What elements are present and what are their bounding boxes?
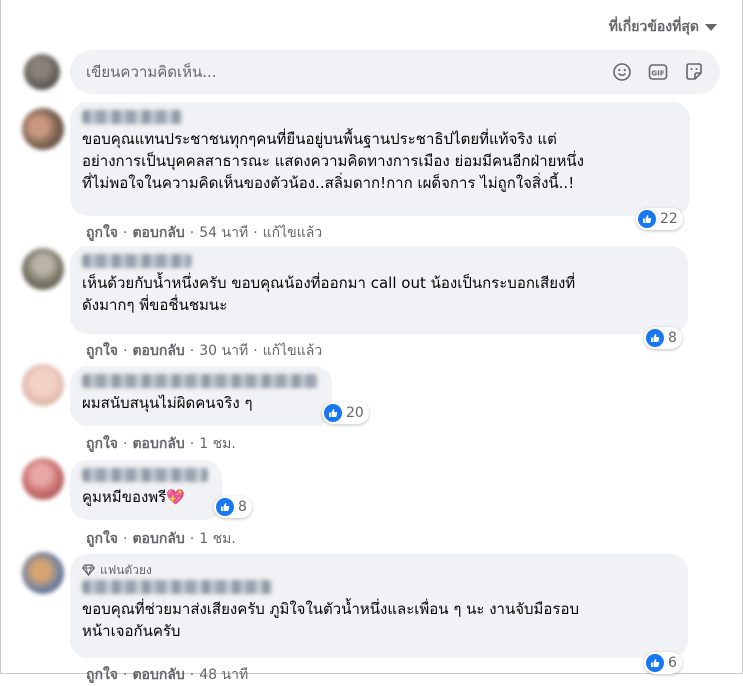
gif-icon[interactable]: GIF [648, 62, 668, 82]
comment-time[interactable]: 1 ชม. [199, 433, 236, 455]
comment-time[interactable]: 30 นาที [199, 340, 248, 362]
commenter-avatar[interactable] [22, 248, 64, 290]
reply-action[interactable]: ตอบกลับ [132, 340, 184, 362]
like-count: 8 [238, 499, 247, 515]
smile-icon[interactable] [612, 62, 632, 82]
like-icon [646, 329, 664, 347]
comment-text: คูมหมีของพรี💖 [82, 488, 185, 506]
reaction-count[interactable]: 6 [644, 652, 682, 674]
reply-action[interactable]: ตอบกลับ [132, 528, 184, 550]
edited-label: แก้ไขแล้ว [262, 343, 323, 359]
comment-bubble: แฟนตัวยง ขอบคุณที่ช่วยมาส่งเสียงครับ ภูม… [70, 554, 688, 658]
reaction-count[interactable]: 22 [636, 208, 683, 230]
like-action[interactable]: ถูกใจ [86, 528, 118, 550]
like-count: 22 [660, 211, 678, 227]
comment-time[interactable]: 54 นาที [199, 222, 248, 244]
sticker-icon[interactable] [684, 62, 704, 82]
commenter-name-blurred[interactable] [82, 110, 182, 124]
separator: · [123, 667, 128, 683]
comment-text: ขอบคุณแทนประชาชนทุกๆคนที่ยืนอยู่บนพื้นฐา… [82, 130, 584, 192]
commenter-name-blurred[interactable] [82, 580, 272, 594]
comment-actions: ถูกใจ · ตอบกลับ · 1 ชม. [86, 528, 236, 550]
commenter-avatar[interactable] [22, 108, 64, 150]
separator: · [253, 225, 258, 241]
current-user-avatar[interactable] [24, 54, 60, 90]
comment-bubble: คูมหมีของพรี💖 [70, 460, 222, 520]
separator: · [189, 531, 195, 547]
commenter-name-blurred[interactable] [82, 374, 318, 388]
top-fan-badge: แฟนตัวยง [82, 562, 676, 578]
comment-actions: ถูกใจ · ตอบกลับ · 54 นาที · แก้ไขแล้ว [86, 222, 322, 244]
comment-input[interactable] [70, 50, 622, 94]
reply-action[interactable]: ตอบกลับ [132, 433, 184, 455]
commenter-name-blurred[interactable] [82, 254, 192, 268]
like-count: 20 [346, 405, 364, 421]
separator: · [189, 343, 195, 359]
commenter-name-blurred[interactable] [82, 468, 208, 482]
commenter-avatar[interactable] [22, 364, 64, 406]
reply-action[interactable]: ตอบกลับ [132, 664, 184, 686]
like-count: 6 [668, 655, 677, 671]
reaction-count[interactable]: 8 [214, 496, 252, 518]
reaction-count[interactable]: 8 [644, 327, 682, 349]
comment-text: ผมสนับสนุนไม่ผิดคนจริง ๆ [82, 394, 253, 412]
comment-actions: ถูกใจ · ตอบกลับ · 30 นาที · แก้ไขแล้ว [86, 340, 322, 362]
comment-text: เห็นด้วยกับน้ำหนึ่งครับ ขอบคุณน้องที่ออก… [82, 274, 576, 314]
like-icon [638, 210, 656, 228]
like-icon [324, 404, 342, 422]
caret-down-icon [705, 23, 717, 31]
like-icon [646, 654, 664, 672]
separator: · [123, 225, 128, 241]
like-count: 8 [668, 330, 677, 346]
comment-composer: GIF [70, 50, 720, 94]
badge-label: แฟนตัวยง [100, 562, 152, 577]
separator: · [189, 225, 195, 241]
commenter-avatar[interactable] [22, 458, 64, 500]
commenter-avatar[interactable] [22, 552, 64, 594]
like-action[interactable]: ถูกใจ [86, 222, 118, 244]
comment-actions: ถูกใจ · ตอบกลับ · 1 ชม. [86, 433, 236, 455]
comment-bubble: ผมสนับสนุนไม่ผิดคนจริง ๆ [70, 366, 332, 426]
like-action[interactable]: ถูกใจ [86, 433, 118, 455]
like-action[interactable]: ถูกใจ [86, 340, 118, 362]
sort-label: ที่เกี่ยวข้องที่สุด [608, 19, 699, 35]
comment-time[interactable]: 1 ชม. [199, 528, 236, 550]
comment-time[interactable]: 48 นาที [199, 664, 248, 686]
edited-label: แก้ไขแล้ว [262, 225, 323, 241]
diamond-icon [82, 564, 95, 576]
comment-bubble: ขอบคุณแทนประชาชนทุกๆคนที่ยืนอยู่บนพื้นฐา… [70, 102, 690, 216]
separator: · [253, 343, 258, 359]
reply-action[interactable]: ตอบกลับ [132, 222, 184, 244]
sort-dropdown[interactable]: ที่เกี่ยวข้องที่สุด [609, 16, 717, 38]
comment-text: ขอบคุณที่ช่วยมาส่งเสียงครับ ภูมิใจในตัวน… [82, 600, 580, 640]
svg-text:GIF: GIF [651, 69, 664, 77]
like-action[interactable]: ถูกใจ [86, 664, 118, 686]
like-icon [216, 498, 234, 516]
separator: · [123, 436, 128, 452]
reaction-count[interactable]: 20 [322, 402, 369, 424]
comment-actions: ถูกใจ · ตอบกลับ · 48 นาที [86, 664, 248, 686]
separator: · [189, 667, 195, 683]
separator: · [123, 343, 128, 359]
separator: · [123, 531, 128, 547]
separator: · [189, 436, 195, 452]
comment-bubble: เห็นด้วยกับน้ำหนึ่งครับ ขอบคุณน้องที่ออก… [70, 246, 688, 334]
